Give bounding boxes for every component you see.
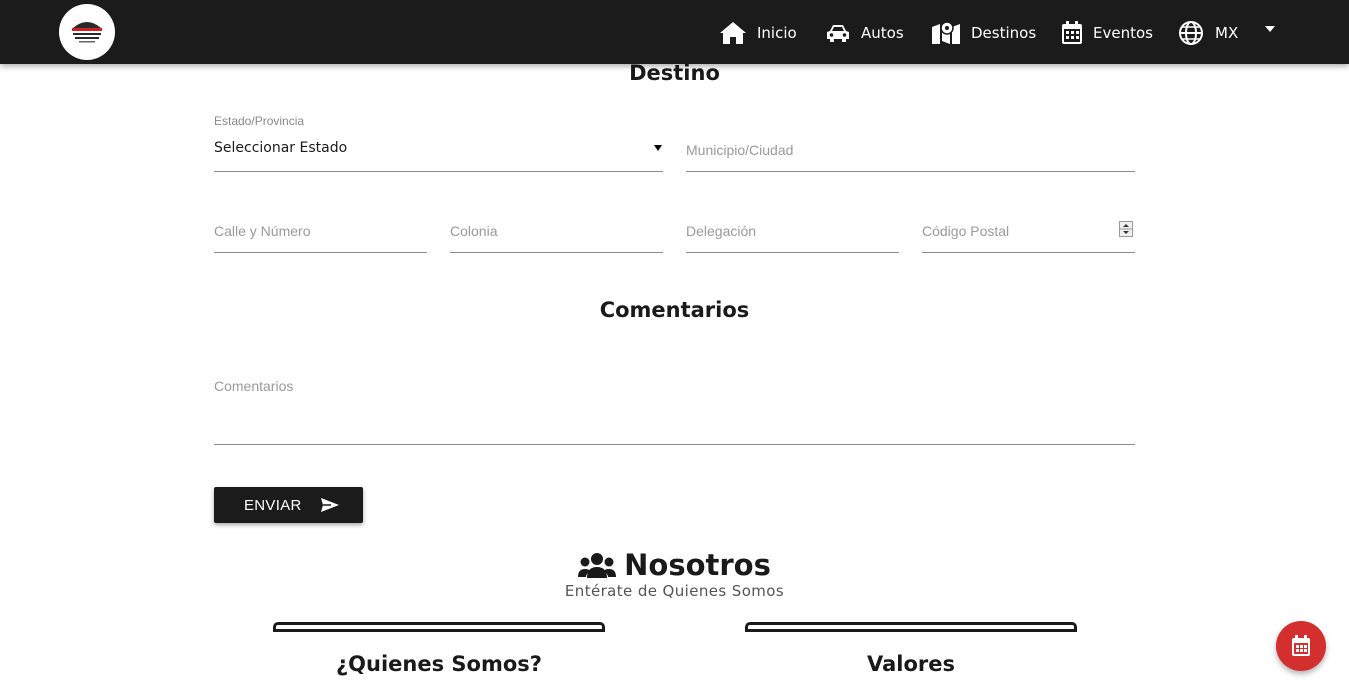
municipio-input[interactable]: Municipio/Ciudad xyxy=(686,134,1135,172)
card-quienes-title: ¿Quienes Somos? xyxy=(336,652,542,676)
estado-label: Estado/Provincia xyxy=(214,114,305,128)
destino-title: Destino xyxy=(629,61,720,85)
card-valores-title: Valores xyxy=(867,652,955,676)
municipio-placeholder: Municipio/Ciudad xyxy=(686,142,794,158)
card-valores-border xyxy=(745,622,1077,632)
estado-selected-value: Seleccionar Estado xyxy=(214,140,348,156)
nosotros-subtitle: Entérate de Quienes Somos xyxy=(564,582,785,600)
calle-input[interactable]: Calle y Número xyxy=(214,215,427,253)
nav-inicio[interactable]: Inicio xyxy=(719,16,797,50)
delegacion-placeholder: Delegación xyxy=(686,223,757,239)
caret-down-icon xyxy=(1265,26,1276,32)
estado-select[interactable]: Seleccionar Estado xyxy=(214,134,663,172)
globe-icon xyxy=(1179,21,1203,45)
calendar-fab-button[interactable] xyxy=(1276,621,1326,671)
users-icon xyxy=(578,553,617,578)
calendar-icon xyxy=(1062,21,1082,44)
nav-eventos[interactable]: Eventos xyxy=(1061,16,1153,50)
number-spinner-icon[interactable] xyxy=(1119,221,1133,237)
calle-placeholder: Calle y Número xyxy=(214,223,311,239)
nav-autos[interactable]: Autos xyxy=(825,16,904,50)
nav-destinos[interactable]: Destinos xyxy=(931,16,1036,50)
comentarios-textarea[interactable]: Comentarios xyxy=(214,372,1135,445)
home-icon xyxy=(720,22,746,44)
nav-destinos-label: Destinos xyxy=(971,24,1037,42)
nosotros-title: Nosotros xyxy=(624,548,771,582)
calendar-icon xyxy=(1292,635,1310,656)
nav-inicio-label: Inicio xyxy=(757,24,797,42)
top-navbar: Inicio Autos Destinos Eventos MX xyxy=(0,0,1349,64)
comentarios-placeholder: Comentarios xyxy=(214,378,294,394)
nav-autos-label: Autos xyxy=(861,24,904,42)
codigo-postal-placeholder: Código Postal xyxy=(922,223,1010,239)
map-marker-icon xyxy=(932,21,960,44)
nav-country-selector[interactable]: MX xyxy=(1179,16,1276,50)
send-icon xyxy=(320,498,339,512)
codigo-postal-input[interactable]: Código Postal xyxy=(922,215,1135,253)
nav-eventos-label: Eventos xyxy=(1093,24,1153,42)
enviar-button[interactable]: ENVIAR xyxy=(214,487,363,523)
colonia-placeholder: Colonia xyxy=(450,223,498,239)
brand-logo[interactable] xyxy=(59,4,115,60)
comentarios-title: Comentarios xyxy=(599,298,750,322)
logo-graphic xyxy=(72,22,102,43)
car-icon xyxy=(827,25,849,42)
select-arrow-icon xyxy=(654,145,662,151)
card-quienes-border xyxy=(273,622,605,632)
nosotros-heading: Nosotros xyxy=(0,548,1349,582)
nav-country-label: MX xyxy=(1215,24,1239,42)
colonia-input[interactable]: Colonia xyxy=(450,215,663,253)
delegacion-input[interactable]: Delegación xyxy=(686,215,899,253)
enviar-label: ENVIAR xyxy=(244,496,302,514)
